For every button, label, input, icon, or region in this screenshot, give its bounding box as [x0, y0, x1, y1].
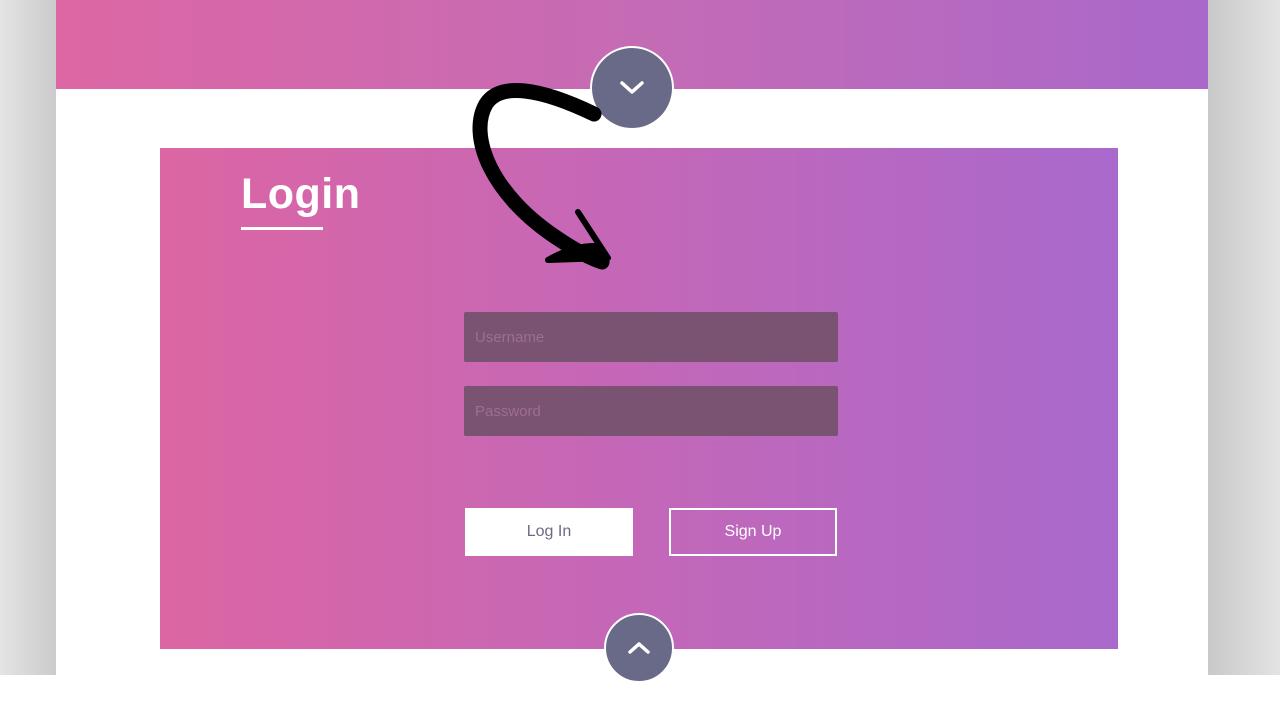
signup-button[interactable]: Sign Up: [669, 508, 837, 556]
login-panel: Login Log In Sign Up: [160, 148, 1118, 649]
screen: Login Log In Sign Up: [0, 0, 1280, 720]
chevron-down-icon: [620, 81, 644, 94]
right-shadow-margin: [1208, 0, 1280, 675]
login-button[interactable]: Log In: [465, 508, 633, 556]
password-input[interactable]: [464, 386, 838, 436]
left-shadow-margin: [0, 0, 56, 675]
scroll-down-button[interactable]: [590, 46, 674, 130]
username-input[interactable]: [464, 312, 838, 362]
login-title: Login: [241, 170, 361, 218]
scroll-up-button[interactable]: [604, 613, 674, 683]
title-underline: [241, 227, 323, 230]
chevron-up-icon: [628, 642, 650, 654]
